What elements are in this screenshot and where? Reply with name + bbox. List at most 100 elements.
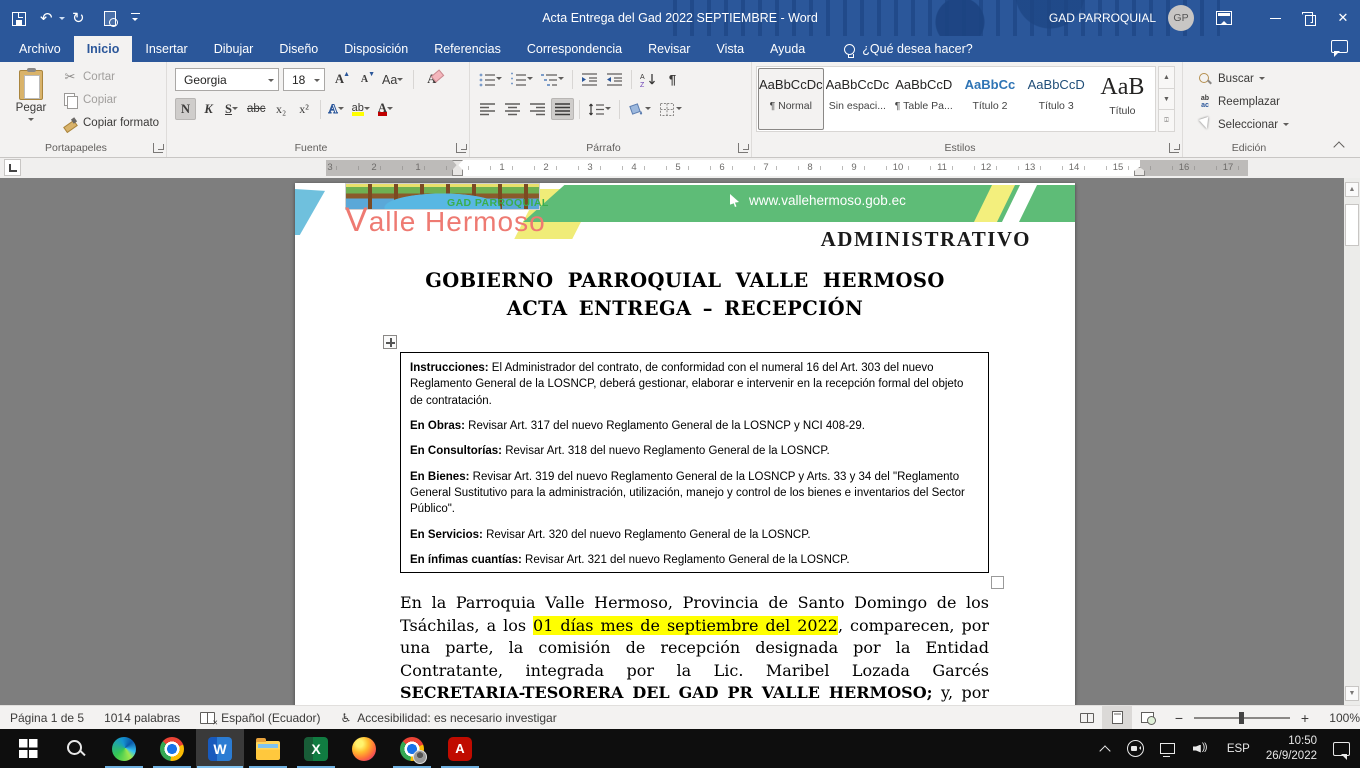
scrollbar-thumb[interactable] <box>1345 204 1359 246</box>
tab-revisar[interactable]: Revisar <box>635 36 703 62</box>
taskbar-word[interactable] <box>196 729 244 768</box>
bold-button[interactable]: N <box>175 98 196 120</box>
zoom-slider[interactable] <box>1194 717 1290 719</box>
instructions-box[interactable]: Instrucciones: El Administrador del cont… <box>400 352 989 573</box>
scroll-down-button[interactable] <box>1345 686 1359 701</box>
taskbar-chrome-profile[interactable] <box>388 729 436 768</box>
replace-button[interactable]: Reemplazar <box>1193 91 1293 113</box>
taskbar-firefox[interactable] <box>340 729 388 768</box>
font-size-combo[interactable] <box>283 68 325 91</box>
dialog-launcher-paragraph[interactable] <box>738 143 748 153</box>
avatar[interactable]: GP <box>1168 5 1194 31</box>
text-highlight-button[interactable]: ab <box>349 98 373 120</box>
save-icon[interactable] <box>12 12 26 26</box>
tell-me-box[interactable]: ¿Qué desea hacer? <box>844 36 973 62</box>
borders-button[interactable] <box>656 98 685 120</box>
subscript-button[interactable]: x₂ <box>271 98 292 120</box>
proofing-status[interactable]: Español (Ecuador) <box>190 706 330 730</box>
sort-button[interactable]: AZ <box>637 68 660 90</box>
scroll-up-button[interactable] <box>1345 182 1359 197</box>
font-size-input[interactable] <box>290 72 312 88</box>
shading-button[interactable] <box>625 98 654 120</box>
web-layout-button[interactable] <box>1132 706 1162 730</box>
feedback-icon[interactable] <box>1331 40 1348 53</box>
dialog-launcher-clipboard[interactable] <box>153 143 163 153</box>
word-count[interactable]: 1014 palabras <box>94 706 190 730</box>
align-center-button[interactable] <box>501 98 524 120</box>
styles-scroll-up-button[interactable]: ▲ <box>1158 66 1175 89</box>
select-button[interactable]: Seleccionar <box>1193 114 1293 136</box>
multilevel-list-button[interactable] <box>538 68 567 90</box>
tab-disposición[interactable]: Disposición <box>331 36 421 62</box>
tab-stop-selector[interactable] <box>4 159 21 176</box>
volume-icon[interactable] <box>1193 742 1211 756</box>
style-sinespaci[interactable]: AaBbCcDcSin espaci... <box>825 68 891 130</box>
superscript-button[interactable]: x² <box>294 98 315 120</box>
style-normal[interactable]: AaBbCcDc¶ Normal <box>758 68 824 130</box>
network-icon[interactable] <box>1160 742 1177 756</box>
dialog-launcher-styles[interactable] <box>1169 143 1179 153</box>
clear-formatting-button[interactable] <box>421 69 442 91</box>
redo-icon[interactable] <box>72 9 90 27</box>
account-name[interactable]: GAD PARROQUIAL <box>1049 11 1156 25</box>
grow-font-button[interactable]: A <box>329 69 350 91</box>
font-family-input[interactable] <box>182 72 266 88</box>
table-resize-handle[interactable] <box>991 576 1004 589</box>
strikethrough-button[interactable]: abc <box>244 98 269 120</box>
undo-icon[interactable] <box>40 9 58 27</box>
body-paragraph[interactable]: En la Parroquia Valle Hermoso, Provincia… <box>400 592 989 705</box>
minimize-button[interactable] <box>1258 0 1292 36</box>
tab-referencias[interactable]: Referencias <box>421 36 514 62</box>
format-painter-button[interactable]: Copiar formato <box>58 112 163 134</box>
copy-button[interactable]: Copiar <box>58 89 163 111</box>
align-left-button[interactable] <box>476 98 499 120</box>
page-count[interactable]: Página 1 de 5 <box>0 706 94 730</box>
table-move-handle[interactable] <box>383 335 397 349</box>
align-right-button[interactable] <box>526 98 549 120</box>
font-family-combo[interactable] <box>175 68 279 91</box>
tab-insertar[interactable]: Insertar <box>132 36 200 62</box>
taskbar-chrome[interactable] <box>148 729 196 768</box>
tab-archivo[interactable]: Archivo <box>6 36 74 62</box>
style-tablepa[interactable]: AaBbCcD¶ Table Pa... <box>891 68 956 130</box>
taskbar-acrobat[interactable] <box>436 729 484 768</box>
document-page[interactable]: GAD PARROQUIAL Valle Hermoso www.vallehe… <box>295 183 1075 705</box>
increase-indent-button[interactable] <box>603 68 626 90</box>
style-título3[interactable]: AaBbCcDTítulo 3 <box>1024 68 1089 130</box>
tab-correspondencia[interactable]: Correspondencia <box>514 36 635 62</box>
taskbar-search[interactable] <box>52 729 100 768</box>
cut-button[interactable]: Cortar <box>58 66 163 88</box>
line-spacing-button[interactable] <box>585 98 614 120</box>
collapse-ribbon-button[interactable] <box>1334 141 1346 149</box>
font-color-button[interactable]: A <box>375 98 396 120</box>
tray-expand-icon[interactable] <box>1099 744 1111 754</box>
taskbar-edge[interactable] <box>100 729 148 768</box>
clock[interactable]: 10:50 26/9/2022 <box>1266 734 1317 764</box>
dialog-launcher-font[interactable] <box>456 143 466 153</box>
accessibility-status[interactable]: ♿ Accesibilidad: es necesario investigar <box>331 706 567 730</box>
style-título2[interactable]: AaBbCcTítulo 2 <box>957 68 1022 130</box>
read-mode-button[interactable] <box>1072 706 1102 730</box>
print-layout-button[interactable] <box>1102 706 1132 730</box>
show-marks-button[interactable]: ¶ <box>662 68 683 90</box>
zoom-out-button[interactable]: − <box>1172 711 1186 725</box>
zoom-level[interactable]: 100% <box>1322 711 1360 725</box>
vertical-scrollbar[interactable] <box>1344 178 1360 705</box>
action-center-icon[interactable] <box>1333 742 1350 756</box>
taskbar-start[interactable] <box>4 729 52 768</box>
customize-quick-access-icon[interactable] <box>130 9 142 27</box>
tab-dibujar[interactable]: Dibujar <box>201 36 267 62</box>
italic-button[interactable]: K <box>198 98 219 120</box>
text-effects-button[interactable]: A <box>326 98 347 120</box>
change-case-button[interactable]: Aa <box>379 69 406 91</box>
style-título[interactable]: AaBTítulo <box>1090 68 1155 130</box>
ruler[interactable]: 3211234567891011121314151617 <box>326 160 1248 176</box>
restore-button[interactable] <box>1292 0 1326 36</box>
decrease-indent-button[interactable] <box>578 68 601 90</box>
tab-vista[interactable]: Vista <box>703 36 757 62</box>
paste-button[interactable]: Pegar <box>8 66 54 138</box>
tab-ayuda[interactable]: Ayuda <box>757 36 818 62</box>
zoom-slider-thumb[interactable] <box>1239 712 1244 724</box>
numbered-list-button[interactable] <box>507 68 536 90</box>
taskbar-excel[interactable] <box>292 729 340 768</box>
